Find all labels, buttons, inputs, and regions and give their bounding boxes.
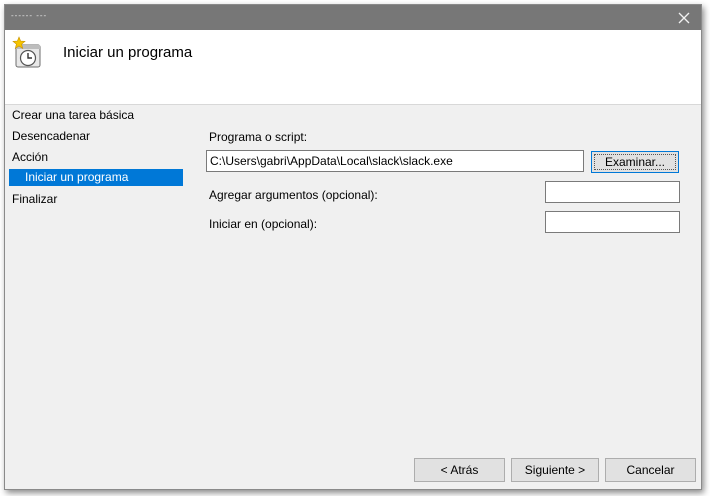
window-title: ------ --- <box>11 11 48 20</box>
next-button[interactable]: Siguiente > <box>511 458 599 482</box>
args-input[interactable] <box>545 181 680 203</box>
close-icon <box>678 12 690 23</box>
step-accion: Acción <box>12 150 49 164</box>
title-bar[interactable]: ------ --- <box>5 5 701 30</box>
step-crear-tarea: Crear una tarea básica <box>12 108 135 122</box>
next-button-label: Siguiente > <box>524 463 586 477</box>
page-title: Iniciar un programa <box>63 44 193 61</box>
args-label: Agregar argumentos (opcional): <box>209 188 378 202</box>
cancel-button[interactable]: Cancelar <box>605 458 696 482</box>
wizard-window: ------ --- Iniciar un programa Crear una… <box>4 4 702 490</box>
start-in-label: Iniciar en (opcional): <box>209 217 318 231</box>
start-in-input[interactable] <box>545 211 680 233</box>
close-button[interactable] <box>667 5 701 30</box>
step-iniciar-programa: Iniciar un programa <box>9 169 183 186</box>
clock-icon <box>12 36 41 68</box>
back-button[interactable]: < Atrás <box>414 458 505 482</box>
back-button-label: < Atrás <box>440 463 479 477</box>
wizard-header: Iniciar un programa <box>5 30 701 105</box>
program-input[interactable] <box>206 150 584 172</box>
cancel-button-label: Cancelar <box>626 463 675 477</box>
browse-button[interactable]: Examinar... <box>591 151 679 173</box>
step-finalizar: Finalizar <box>12 192 58 206</box>
step-desencadenar: Desencadenar <box>12 129 91 143</box>
program-label: Programa o script: <box>209 130 308 144</box>
